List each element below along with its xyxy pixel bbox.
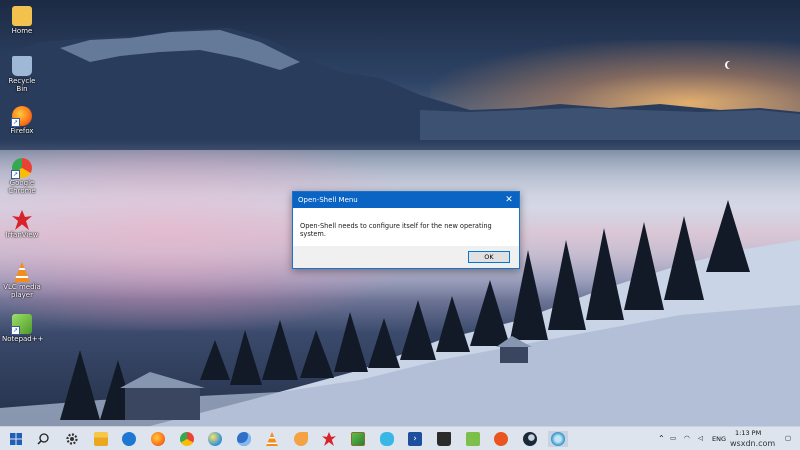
taskbar-globe-app[interactable] xyxy=(207,431,223,447)
notepad-plus-plus-icon: ↗ xyxy=(11,314,32,335)
gear-icon xyxy=(66,433,78,445)
desktop-icon-label: Home xyxy=(11,27,33,35)
globe-icon xyxy=(208,432,222,446)
cabin-roof xyxy=(120,372,205,388)
chrome-icon: ↗ xyxy=(11,158,32,179)
vlc-cone-icon xyxy=(266,432,278,446)
desktop-icon-recycle-bin[interactable]: Recycle Bin xyxy=(2,56,42,93)
taskbar-browser-blue[interactable] xyxy=(236,431,252,447)
windows-logo-icon xyxy=(10,433,22,445)
dialog-title-bar[interactable]: Open-Shell Menu ✕ xyxy=(293,192,519,208)
irfanview-icon xyxy=(322,432,336,446)
steam-icon xyxy=(523,432,537,446)
taskbar-open-shell[interactable] xyxy=(548,431,568,447)
desktop-icon-label: VLC media player xyxy=(3,283,41,299)
dialog-message: Open-Shell needs to configure itself for… xyxy=(300,222,492,238)
desktop-icon-home[interactable]: Home xyxy=(2,6,42,35)
chat-icon xyxy=(380,432,394,446)
desktop-icon-firefox[interactable]: ↗ Firefox xyxy=(2,106,42,135)
dialog-title: Open-Shell Menu xyxy=(298,196,358,204)
shortcut-arrow-icon: ↗ xyxy=(11,170,20,179)
taskbar-irfanview[interactable] xyxy=(321,431,337,447)
crescent-icon xyxy=(294,432,308,446)
open-shell-dialog: Open-Shell Menu ✕ Open-Shell needs to co… xyxy=(292,191,520,269)
volume-icon[interactable]: ◁ xyxy=(698,434,703,442)
edge-icon xyxy=(122,432,136,446)
desktop-icon-label: Notepad++ xyxy=(2,335,44,343)
desktop-icon-label: Google Chrome xyxy=(8,179,36,195)
cabin xyxy=(125,385,200,420)
notification-icon[interactable]: ▢ xyxy=(785,434,791,442)
taskbar-green-app[interactable] xyxy=(465,431,481,447)
powershell-icon: › xyxy=(408,432,422,446)
clock-time[interactable]: 1:13 PM xyxy=(735,429,761,437)
taskbar-firefox[interactable] xyxy=(150,431,166,447)
search-icon xyxy=(37,433,49,445)
taskbar-vlc[interactable] xyxy=(264,431,280,447)
browser-icon xyxy=(237,432,251,446)
language-indicator[interactable]: ENG xyxy=(712,435,726,443)
shortcut-arrow-icon: ↗ xyxy=(11,118,20,127)
recycle-bin-icon xyxy=(12,56,32,76)
search-button[interactable] xyxy=(35,431,51,447)
photo-icon xyxy=(351,432,365,446)
taskbar-steam[interactable] xyxy=(522,431,538,447)
taskbar-edge[interactable] xyxy=(121,431,137,447)
desktop-icon-irfanview[interactable]: IrfanView xyxy=(2,210,42,239)
ubuntu-icon xyxy=(494,432,508,446)
folder-icon xyxy=(12,6,32,26)
ok-button[interactable]: OK xyxy=(468,251,510,263)
wifi-icon[interactable]: ◠ xyxy=(684,434,690,442)
taskbar-chat-app[interactable] xyxy=(379,431,395,447)
shell-icon xyxy=(551,432,565,446)
taskbar: › ⌃ ▭ ◠ ◁ ENG 1:13 PM wsxdn.com ▢ xyxy=(0,426,800,450)
taskbar-photo-app[interactable] xyxy=(350,431,366,447)
cabin-small xyxy=(500,345,528,363)
vlc-cone-icon xyxy=(14,262,30,282)
android-icon xyxy=(466,432,480,446)
chrome-icon xyxy=(180,432,194,446)
desktop-icon-label: IrfanView xyxy=(5,231,39,239)
desktop-icon-label: Recycle Bin xyxy=(8,77,36,93)
irfanview-icon xyxy=(12,210,32,230)
folder-icon xyxy=(94,432,108,446)
firefox-icon xyxy=(151,432,165,446)
taskbar-store[interactable] xyxy=(436,431,452,447)
taskbar-settings[interactable] xyxy=(64,431,80,447)
chevron-up-icon[interactable]: ⌃ xyxy=(658,434,665,443)
desktop: Home Recycle Bin ↗ Firefox ↗ Google Chro… xyxy=(0,0,800,450)
desktop-icon-vlc[interactable]: VLC media player xyxy=(2,262,42,299)
shortcut-arrow-icon: ↗ xyxy=(11,326,20,335)
moon-icon xyxy=(727,61,735,69)
desktop-icon-google-chrome[interactable]: ↗ Google Chrome xyxy=(2,158,42,195)
dialog-footer: OK xyxy=(293,246,519,268)
store-bag-icon xyxy=(437,432,451,446)
taskbar-ubuntu[interactable] xyxy=(493,431,509,447)
battery-icon[interactable]: ▭ xyxy=(670,434,676,442)
desktop-icon-label: Firefox xyxy=(10,127,34,135)
watermark: wsxdn.com xyxy=(730,439,776,448)
taskbar-chrome[interactable] xyxy=(179,431,195,447)
desktop-icon-notepad-plus-plus[interactable]: ↗ Notepad++ xyxy=(2,314,44,343)
close-icon[interactable]: ✕ xyxy=(499,192,519,208)
start-button[interactable] xyxy=(8,431,24,447)
firefox-icon: ↗ xyxy=(11,106,32,127)
taskbar-file-explorer[interactable] xyxy=(93,431,109,447)
taskbar-powershell[interactable]: › xyxy=(407,431,423,447)
taskbar-orange-app[interactable] xyxy=(293,431,309,447)
